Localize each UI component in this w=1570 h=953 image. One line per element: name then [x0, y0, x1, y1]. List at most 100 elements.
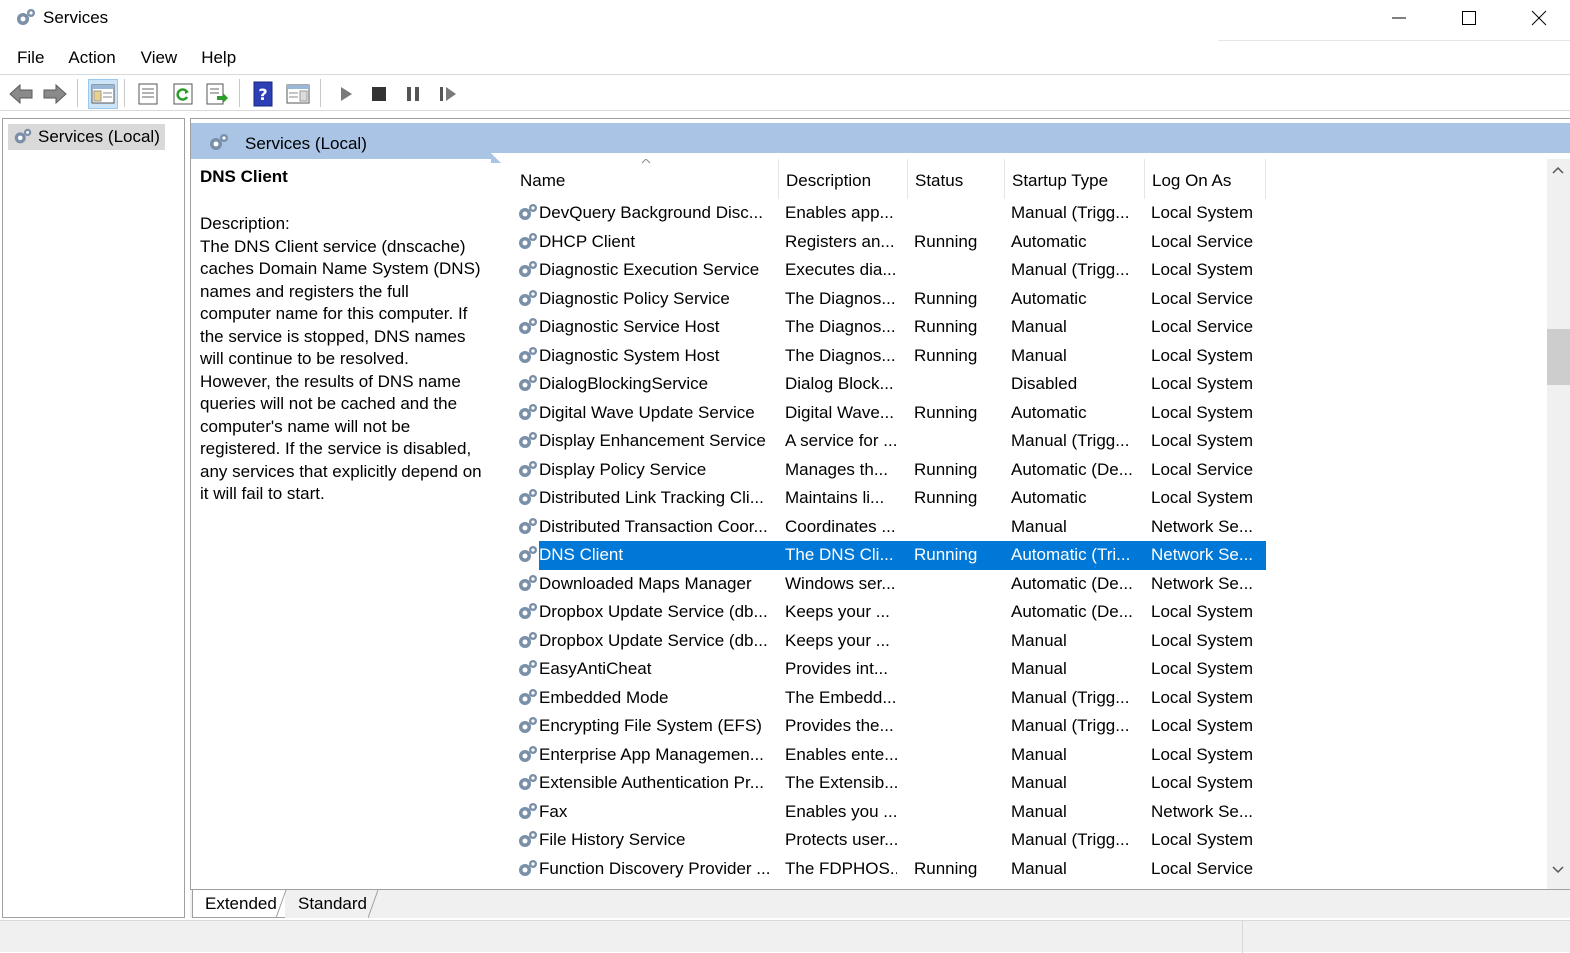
toolbar: ?	[0, 75, 1570, 111]
vertical-scrollbar[interactable]	[1547, 159, 1570, 889]
svg-text:?: ?	[258, 85, 267, 104]
tab-label: Extended	[205, 894, 277, 913]
service-gear-icon	[516, 515, 540, 544]
cell-name: Diagnostic Policy Service	[539, 288, 730, 308]
cell-startup: Manual	[1011, 345, 1067, 365]
table-row[interactable]: DevQuery Background Disc... Enables app..…	[513, 199, 1273, 228]
description-line: it will fail to start.	[200, 484, 325, 503]
close-button[interactable]	[1504, 0, 1570, 36]
cell-startup: Manual	[1011, 744, 1067, 764]
cell-logon: Local System	[1151, 716, 1254, 735]
service-gear-icon	[516, 372, 540, 401]
cell-startup: Manual (Trigg...	[1011, 203, 1130, 222]
column-header-status[interactable]: Status	[908, 159, 1005, 199]
panel-header: Services (Local)	[191, 123, 1570, 163]
table-row[interactable]: Downloaded Maps Manager Windows ser... Aut…	[513, 570, 1273, 599]
stop-service-button[interactable]	[364, 79, 394, 109]
scroll-up-icon[interactable]	[1551, 165, 1565, 175]
menu-file[interactable]: File	[17, 44, 44, 74]
table-row[interactable]: Distributed Link Tracking Cli... Maintain…	[513, 484, 1273, 513]
service-gear-icon	[516, 401, 540, 430]
column-header-description[interactable]: Description	[779, 159, 908, 199]
restart-service-button[interactable]	[433, 79, 463, 109]
cell-name: EasyAntiCheat	[539, 659, 652, 678]
tab-standard[interactable]: Standard	[286, 890, 375, 918]
scroll-down-icon[interactable]	[1551, 865, 1565, 875]
forward-button[interactable]	[40, 79, 70, 109]
table-row[interactable]: Embedded Mode The Embedd... Manual (Trigg.…	[513, 684, 1273, 713]
cell-name: Embedded Mode	[539, 687, 669, 707]
cell-name: Diagnostic Service Host	[539, 317, 720, 336]
menu-help[interactable]: Help	[201, 44, 236, 74]
table-row[interactable]: DNS Client The DNS Cli... Running Automatic…	[513, 541, 1273, 570]
service-gear-icon	[516, 315, 540, 344]
service-gear-icon	[516, 230, 540, 259]
table-row[interactable]: DialogBlockingService Dialog Block... Disa…	[513, 370, 1273, 399]
column-header-startup-type[interactable]: Startup Type	[1005, 159, 1145, 199]
table-row[interactable]: DHCP Client Registers an... Running Automat…	[513, 228, 1273, 257]
pause-service-button[interactable]	[398, 79, 428, 109]
description-text: The DNS Client service (dnscache) caches…	[200, 236, 498, 506]
table-row[interactable]: Function Discovery Provider ... The FDPHO…	[513, 855, 1273, 884]
cell-logon: Local System	[1151, 744, 1254, 764]
service-gear-icon	[516, 828, 540, 857]
table-row[interactable]: Diagnostic System Host The Diagnos... Runn…	[513, 342, 1273, 371]
table-row[interactable]: Dropbox Update Service (db... Keeps your …	[513, 627, 1273, 656]
table-row[interactable]: File History Service Protects user... Manu…	[513, 826, 1273, 855]
table-row[interactable]: Digital Wave Update Service Digital Wave.…	[513, 399, 1273, 428]
table-row[interactable]: Enterprise App Managemen... Enables ente.…	[513, 741, 1273, 770]
refresh-button[interactable]	[168, 79, 198, 109]
cell-startup: Automatic (De...	[1011, 573, 1133, 593]
show-hide-console-tree-button[interactable]	[88, 79, 118, 109]
properties-button[interactable]	[133, 79, 163, 109]
panel-title: Services (Local)	[245, 134, 367, 153]
table-row[interactable]: Extensible Authentication Pr... The Exten…	[513, 769, 1273, 798]
table-row[interactable]: Fax Enables you ... Manual Network Se...	[513, 798, 1273, 827]
service-gear-icon	[516, 543, 540, 572]
column-header-label: Name	[520, 171, 566, 190]
back-button[interactable]	[6, 79, 36, 109]
table-row[interactable]: Distributed Transaction Coor... Coordinat…	[513, 513, 1273, 542]
description-line: queries will not be cached and the	[200, 394, 458, 413]
cell-status: Running	[914, 231, 978, 251]
scrollbar-thumb[interactable]	[1547, 329, 1570, 385]
help-button[interactable]: ?	[248, 79, 278, 109]
minimize-button[interactable]	[1364, 0, 1434, 36]
cell-startup: Manual	[1011, 773, 1067, 792]
table-row[interactable]: Diagnostic Execution Service Executes dia…	[513, 256, 1273, 285]
table-row[interactable]: Encrypting File System (EFS) Provides the…	[513, 712, 1273, 741]
table-row[interactable]: Diagnostic Service Host The Diagnos... Run…	[513, 313, 1273, 342]
cell-status: Running	[914, 545, 978, 564]
column-header-name[interactable]: Name	[513, 159, 779, 199]
description-line: computer name for this computer. If	[200, 304, 468, 323]
table-row[interactable]: Dropbox Update Service (db... Keeps your …	[513, 598, 1273, 627]
maximize-button[interactable]	[1434, 0, 1504, 36]
table-row[interactable]: EasyAntiCheat Provides int... Manual Local …	[513, 655, 1273, 684]
cell-startup: Manual	[1011, 858, 1067, 878]
table-row[interactable]: Display Policy Service Manages th... Runni…	[513, 456, 1273, 485]
menu-action[interactable]: Action	[68, 44, 115, 74]
cell-startup: Automatic	[1011, 231, 1087, 251]
cell-startup: Manual (Trigg...	[1011, 260, 1130, 279]
cell-description: The Diagnos...	[785, 345, 896, 365]
start-service-button[interactable]	[331, 79, 361, 109]
description-line: any services that explicitly depend on	[200, 461, 482, 481]
toolbar-separator	[239, 79, 240, 107]
title-bar[interactable]: Services	[0, 0, 1570, 40]
service-gear-icon	[516, 800, 540, 829]
forward-arrow-icon	[43, 83, 67, 105]
description-line: caches Domain Name System (DNS)	[200, 259, 481, 278]
cell-description: Windows ser...	[785, 573, 896, 593]
table-row[interactable]: Diagnostic Policy Service The Diagnos... R…	[513, 285, 1273, 314]
column-header-log-on-as[interactable]: Log On As	[1145, 159, 1266, 199]
table-row[interactable]: Display Enhancement Service A service for…	[513, 427, 1273, 456]
menu-view[interactable]: View	[141, 44, 178, 74]
export-list-button[interactable]	[202, 79, 232, 109]
cell-description: The Embedd...	[785, 687, 897, 707]
pause-icon	[407, 87, 419, 101]
tab-extended[interactable]: Extended	[192, 890, 285, 918]
service-gear-icon	[516, 714, 540, 743]
tree-item-services-local[interactable]: Services (Local)	[8, 124, 165, 150]
show-action-pane-button[interactable]	[283, 79, 313, 109]
cell-startup: Disabled	[1011, 374, 1078, 393]
